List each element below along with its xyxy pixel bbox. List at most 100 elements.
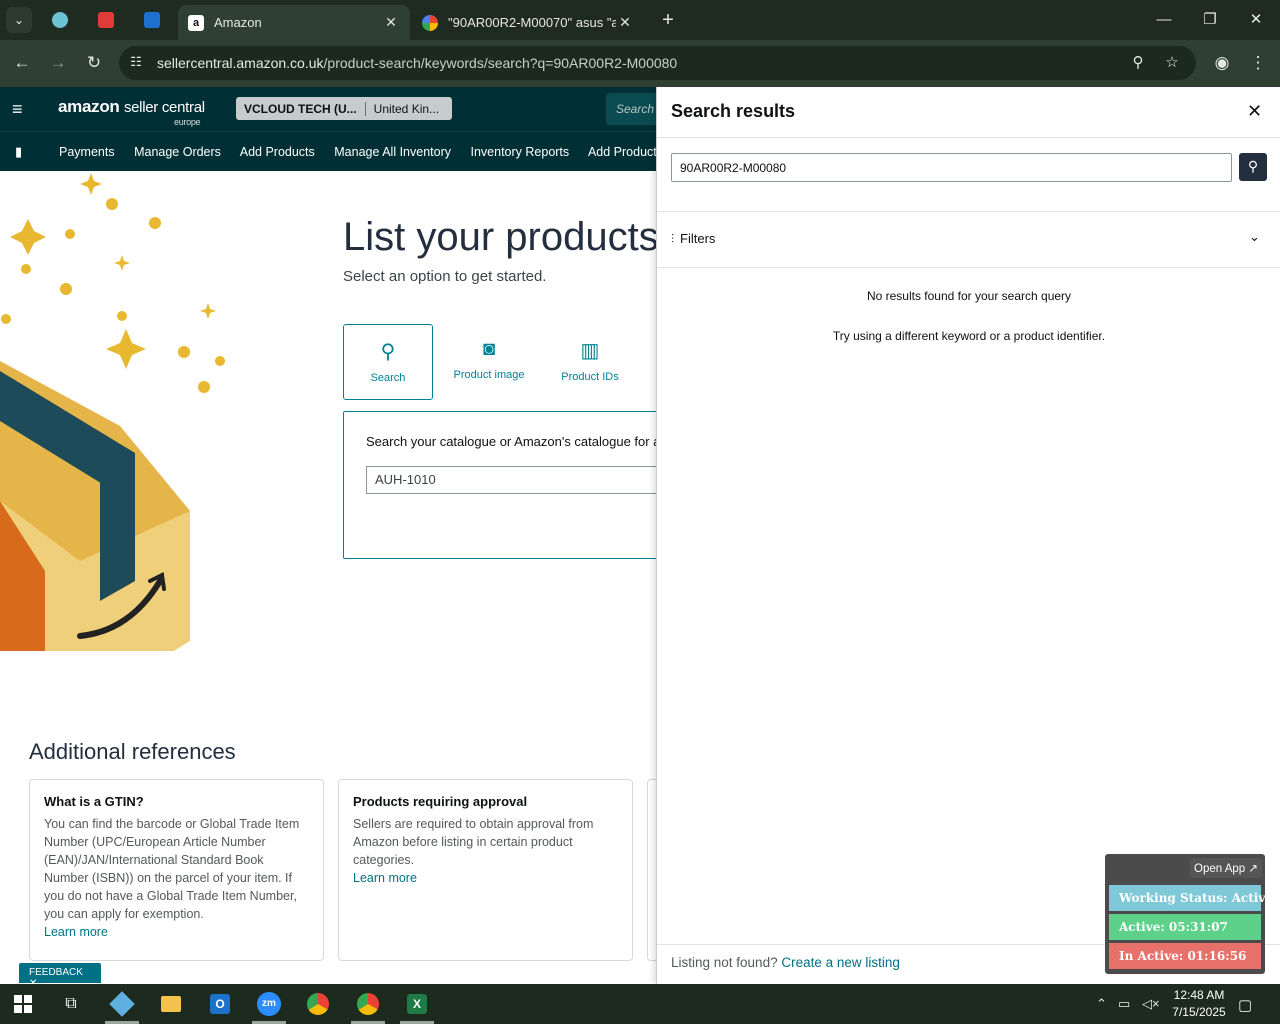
open-app-button[interactable]: Open App ↗ [1190, 858, 1262, 878]
google-favicon-icon [422, 14, 438, 31]
option-product-ids[interactable]: ▥ Product IDs [545, 324, 635, 400]
sliders-icon: ⫶ [671, 232, 675, 246]
windows-taskbar: ⧉ O zm X ⌃ ▭ ◁× 12:48 AM 7/15/2025 ▢ [0, 984, 1280, 1024]
filters-toggle[interactable]: ⫶ Filters [671, 231, 715, 247]
nav-items: Payments Manage Orders Add Products Mana… [59, 145, 721, 159]
bookmark-icon[interactable]: ▮ [15, 144, 22, 160]
active-time: Active: 05:31:07 [1109, 914, 1261, 940]
clock-time: 12:48 AM [1173, 988, 1225, 1002]
panel-search-button[interactable]: ⚲ [1239, 153, 1267, 181]
panel-footer: Listing not found? Create a new listing [671, 955, 900, 970]
card-title: What is a GTIN? [44, 794, 144, 809]
chevron-down-icon[interactable]: ⌄ [1249, 229, 1260, 245]
bookmark-star-icon[interactable]: ☆ [1163, 54, 1181, 72]
tray-overflow-icon[interactable]: ⌃ [1096, 996, 1107, 1012]
option-label: Product IDs [561, 371, 619, 383]
nav-item-payments[interactable]: Payments [59, 145, 115, 159]
card-body: Sellers are required to obtain approval … [353, 817, 594, 867]
url-text: sellercentral.amazon.co.uk/product-searc… [157, 55, 678, 71]
task-view-icon[interactable]: ⧉ [57, 990, 85, 1018]
nav-item-inventory-reports[interactable]: Inventory Reports [471, 145, 570, 159]
create-listing-link[interactable]: Create a new listing [781, 955, 900, 970]
search-results-panel: Search results ✕ 90AR00R2-M00080 ⚲ ⫶ Filt… [656, 87, 1280, 984]
tab-title: Amazon [214, 15, 262, 30]
tab-amazon[interactable]: a Amazon ✕ [178, 5, 410, 40]
browser-tab-strip: ⌄ a Amazon ✕ "90AR00R2-M00070" asus "am … [0, 0, 1280, 40]
no-results-hint: Try using a different keyword or a produ… [832, 329, 1106, 343]
option-label: Product image [453, 369, 525, 381]
learn-more-link[interactable]: Learn more [353, 871, 618, 885]
close-tab-icon[interactable]: ✕ [382, 14, 400, 31]
account-region: United Kin... [373, 101, 440, 116]
minimize-icon[interactable]: — [1152, 8, 1176, 32]
divider [657, 267, 1280, 268]
browser-toolbar: ← → ↻ ☷ sellercentral.amazon.co.uk/produ… [0, 40, 1280, 87]
back-icon[interactable]: ← [10, 51, 34, 75]
time-tracker-widget: Open App ↗ Working Status: Active Active… [1105, 854, 1273, 974]
site-info-icon[interactable]: ☷ [127, 54, 145, 72]
page-title: List your products [343, 215, 659, 259]
no-results-message: No results found for your search query [866, 289, 1072, 303]
panel-search-input[interactable]: 90AR00R2-M00080 [671, 153, 1232, 182]
catalog-search-label: Search your catalogue or Amazon's catalo… [366, 434, 661, 449]
camera-icon: ◙ [482, 338, 496, 360]
pinned-site-icon [144, 12, 160, 28]
reload-icon[interactable]: ↻ [82, 51, 106, 75]
option-search[interactable]: ⚲ Search [343, 324, 433, 400]
file-explorer-icon[interactable] [157, 990, 185, 1018]
tab-search-dropdown-icon[interactable]: ⌄ [6, 7, 32, 33]
account-name: VCLOUD TECH (U... [236, 101, 366, 116]
feedback-button[interactable]: FEEDBACK ✕ [19, 963, 101, 984]
account-switcher[interactable]: VCLOUD TECH (U... United Kin... [236, 97, 452, 120]
start-windows-icon[interactable] [9, 990, 37, 1018]
panel-title: Search results [671, 101, 796, 121]
system-clock[interactable]: 12:48 AM 7/15/2025 [1160, 987, 1238, 1021]
option-label: Search [370, 372, 406, 384]
close-window-icon[interactable]: ✕ [1244, 8, 1268, 32]
restore-icon[interactable]: ❐ [1198, 8, 1222, 32]
zoom-app-icon[interactable]: zm [255, 990, 283, 1018]
search-icon: ⚲ [1247, 158, 1259, 174]
hamburger-menu-icon[interactable]: ≡ [12, 99, 23, 120]
close-tab-icon[interactable]: ✕ [616, 14, 634, 31]
new-tab-button[interactable]: + [656, 8, 680, 32]
seller-central-logo[interactable]: amazon seller central europe [58, 97, 205, 127]
outlook-icon[interactable]: O [206, 990, 234, 1018]
pinned-site-icon [98, 12, 114, 28]
chrome-icon[interactable] [304, 990, 332, 1018]
divider [657, 137, 1280, 138]
app-diamond-icon[interactable] [108, 990, 136, 1018]
close-panel-icon[interactable]: ✕ [1247, 101, 1262, 122]
working-status: Working Status: Active [1109, 885, 1273, 911]
notifications-icon[interactable]: ▢ [1238, 996, 1252, 1014]
barcode-icon: ▥ [580, 340, 600, 362]
chrome-profile-icon[interactable] [354, 990, 382, 1018]
divider [657, 211, 1280, 212]
browser-menu-icon[interactable]: ⋮ [1246, 51, 1270, 75]
catalog-search-box: Search your catalogue or Amazon's catalo… [343, 411, 676, 559]
nav-item-manage-orders[interactable]: Manage Orders [134, 145, 221, 159]
address-bar[interactable]: ☷ sellercentral.amazon.co.uk/product-sea… [119, 46, 1196, 80]
learn-more-link[interactable]: Learn more [44, 925, 309, 939]
nav-item-manage-inventory[interactable]: Manage All Inventory [334, 145, 451, 159]
pinned-tab-2[interactable] [94, 8, 118, 32]
amazon-favicon-icon: a [188, 14, 204, 31]
volume-muted-icon[interactable]: ◁× [1142, 996, 1160, 1012]
option-product-image[interactable]: ◙ Product image [444, 324, 534, 400]
nav-item-add-products[interactable]: Add Products [240, 145, 315, 159]
forward-icon[interactable]: → [46, 51, 70, 75]
profile-icon[interactable]: ◉ [1210, 51, 1234, 75]
pinned-site-icon [52, 12, 68, 28]
reference-card-gtin: What is a GTIN? You can find the barcode… [29, 779, 324, 961]
catalog-search-input[interactable]: AUH-1010 [366, 466, 676, 494]
page-subtitle: Select an option to get started. [343, 268, 547, 285]
zoom-icon[interactable]: ⚲ [1129, 54, 1147, 72]
clock-date: 7/15/2025 [1172, 1005, 1226, 1019]
network-icon[interactable]: ▭ [1118, 996, 1130, 1012]
tab-google-search[interactable]: "90AR00R2-M00070" asus "am ✕ [412, 5, 644, 40]
search-icon: ⚲ [380, 341, 396, 363]
card-title: Products requiring approval [353, 794, 528, 809]
pinned-tab-1[interactable] [48, 8, 72, 32]
excel-icon[interactable]: X [403, 990, 431, 1018]
pinned-tab-3[interactable] [140, 8, 164, 32]
